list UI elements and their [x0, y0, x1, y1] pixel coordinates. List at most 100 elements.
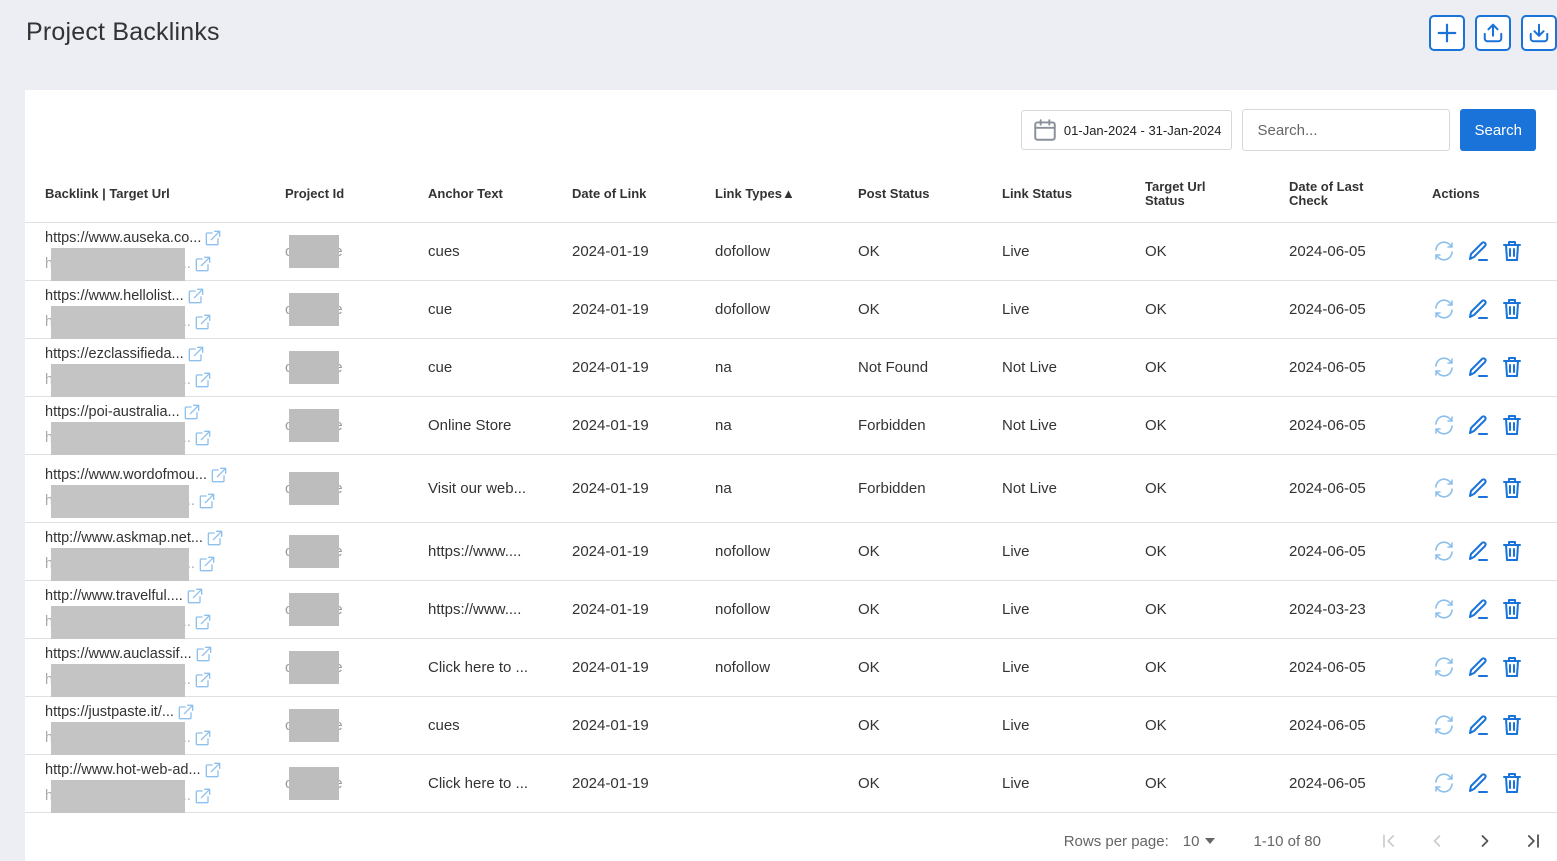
- external-link-icon[interactable]: [197, 491, 217, 511]
- pencil-icon[interactable]: [1466, 413, 1490, 437]
- post-status-cell: OK: [858, 521, 1002, 580]
- search-input[interactable]: [1242, 109, 1451, 151]
- refresh-icon[interactable]: [1432, 771, 1456, 795]
- backlink-cell: http://www.hot-web-ad... https://www.cue…: [25, 753, 285, 813]
- refresh-icon[interactable]: [1432, 239, 1456, 263]
- col-header-project-id[interactable]: Project Id: [285, 167, 428, 222]
- pencil-icon[interactable]: [1466, 297, 1490, 321]
- redaction-block: [289, 766, 339, 800]
- external-link-icon[interactable]: [203, 228, 223, 248]
- pencil-icon[interactable]: [1466, 771, 1490, 795]
- refresh-icon[interactable]: [1432, 539, 1456, 563]
- download-button[interactable]: [1521, 15, 1557, 51]
- upload-button[interactable]: [1475, 15, 1511, 51]
- pencil-icon[interactable]: [1466, 476, 1490, 500]
- external-link-icon[interactable]: [193, 312, 213, 332]
- link-type-cell: na: [715, 337, 858, 396]
- col-header-backlink[interactable]: Backlink | Target Url: [25, 167, 285, 222]
- trash-icon[interactable]: [1500, 713, 1524, 737]
- target-url[interactable]: https://www.cuestore...: [45, 664, 191, 697]
- external-link-icon[interactable]: [185, 586, 205, 606]
- external-link-icon[interactable]: [194, 644, 214, 664]
- target-url[interactable]: https://www.cuestore...: [45, 606, 191, 639]
- page-title: Project Backlinks: [26, 18, 220, 46]
- prev-page-button[interactable]: [1413, 831, 1461, 851]
- actions-cell: [1432, 753, 1557, 813]
- col-header-last-check[interactable]: Date of Last Check: [1289, 167, 1432, 222]
- caret-down-icon: [1205, 838, 1216, 844]
- pagination-range: 1-10 of 80: [1253, 832, 1321, 850]
- external-link-icon[interactable]: [193, 428, 213, 448]
- last-page-button[interactable]: [1509, 831, 1557, 851]
- col-header-date-of-link[interactable]: Date of Link: [572, 167, 715, 222]
- external-link-icon[interactable]: [203, 760, 223, 780]
- col-header-link-types[interactable]: Link Types▲: [715, 167, 858, 222]
- trash-icon[interactable]: [1500, 297, 1524, 321]
- refresh-icon[interactable]: [1432, 476, 1456, 500]
- external-link-icon[interactable]: [193, 670, 213, 690]
- redaction-block: [289, 708, 339, 742]
- trash-icon[interactable]: [1500, 413, 1524, 437]
- external-link-icon[interactable]: [193, 254, 213, 274]
- redaction-block: [289, 408, 339, 442]
- external-link-icon[interactable]: [197, 554, 217, 574]
- next-page-button[interactable]: [1461, 831, 1509, 851]
- trash-icon[interactable]: [1500, 771, 1524, 795]
- refresh-icon[interactable]: [1432, 297, 1456, 321]
- pencil-icon[interactable]: [1466, 597, 1490, 621]
- trash-icon[interactable]: [1500, 597, 1524, 621]
- refresh-icon[interactable]: [1432, 597, 1456, 621]
- target-url[interactable]: https://www.cuestore...: [45, 306, 191, 339]
- pencil-icon[interactable]: [1466, 539, 1490, 563]
- refresh-icon[interactable]: [1432, 713, 1456, 737]
- redaction-block: [51, 364, 185, 397]
- table-row: https://justpaste.it/... https://www.cue…: [25, 695, 1557, 755]
- col-header-post-status[interactable]: Post Status: [858, 167, 1002, 222]
- rows-per-page-select[interactable]: 10: [1183, 833, 1216, 850]
- target-url[interactable]: https://www.cuestore....: [45, 548, 195, 581]
- pencil-icon[interactable]: [1466, 239, 1490, 263]
- target-url[interactable]: https://www.cuestore...: [45, 364, 191, 397]
- trash-icon[interactable]: [1500, 355, 1524, 379]
- add-button[interactable]: [1429, 15, 1465, 51]
- link-type-cell: na: [715, 395, 858, 454]
- external-link-icon[interactable]: [193, 612, 213, 632]
- pencil-icon[interactable]: [1466, 713, 1490, 737]
- target-url[interactable]: https://www.cuestore....: [45, 485, 195, 518]
- link-status-cell: Live: [1002, 579, 1145, 638]
- search-button[interactable]: Search: [1460, 109, 1536, 151]
- external-link-icon[interactable]: [186, 286, 206, 306]
- refresh-icon[interactable]: [1432, 655, 1456, 679]
- target-url[interactable]: https://www.cuestore...: [45, 422, 191, 455]
- target-url[interactable]: https://www.cuestore...: [45, 248, 191, 281]
- trash-icon[interactable]: [1500, 239, 1524, 263]
- date-range-picker[interactable]: 01-Jan-2024 - 31-Jan-2024: [1020, 110, 1233, 150]
- col-header-target-url-status[interactable]: Target Url Status: [1145, 167, 1289, 222]
- trash-icon[interactable]: [1500, 539, 1524, 563]
- target-url[interactable]: https://www.cuestore...: [45, 722, 191, 755]
- external-link-icon[interactable]: [193, 728, 213, 748]
- trash-icon[interactable]: [1500, 655, 1524, 679]
- external-link-icon[interactable]: [176, 702, 196, 722]
- external-link-icon[interactable]: [193, 786, 213, 806]
- external-link-icon[interactable]: [205, 528, 225, 548]
- external-link-icon[interactable]: [193, 370, 213, 390]
- last-check-cell: 2024-06-05: [1289, 521, 1432, 580]
- project-id-cell: cuestore: [285, 453, 428, 522]
- first-page-button[interactable]: [1365, 831, 1413, 851]
- external-link-icon[interactable]: [209, 465, 229, 485]
- external-link-icon[interactable]: [186, 344, 206, 364]
- refresh-icon[interactable]: [1432, 355, 1456, 379]
- col-header-link-status[interactable]: Link Status: [1002, 167, 1145, 222]
- refresh-icon[interactable]: [1432, 413, 1456, 437]
- target-url-status-cell: OK: [1145, 337, 1289, 396]
- last-check-cell: 2024-06-05: [1289, 637, 1432, 696]
- pencil-icon[interactable]: [1466, 655, 1490, 679]
- trash-icon[interactable]: [1500, 476, 1524, 500]
- target-url[interactable]: https://www.cuestore...: [45, 780, 191, 813]
- col-header-anchor-text[interactable]: Anchor Text: [428, 167, 572, 222]
- project-id: cuestore: [285, 766, 343, 800]
- external-link-icon[interactable]: [182, 402, 202, 422]
- redaction-block: [51, 722, 185, 755]
- pencil-icon[interactable]: [1466, 355, 1490, 379]
